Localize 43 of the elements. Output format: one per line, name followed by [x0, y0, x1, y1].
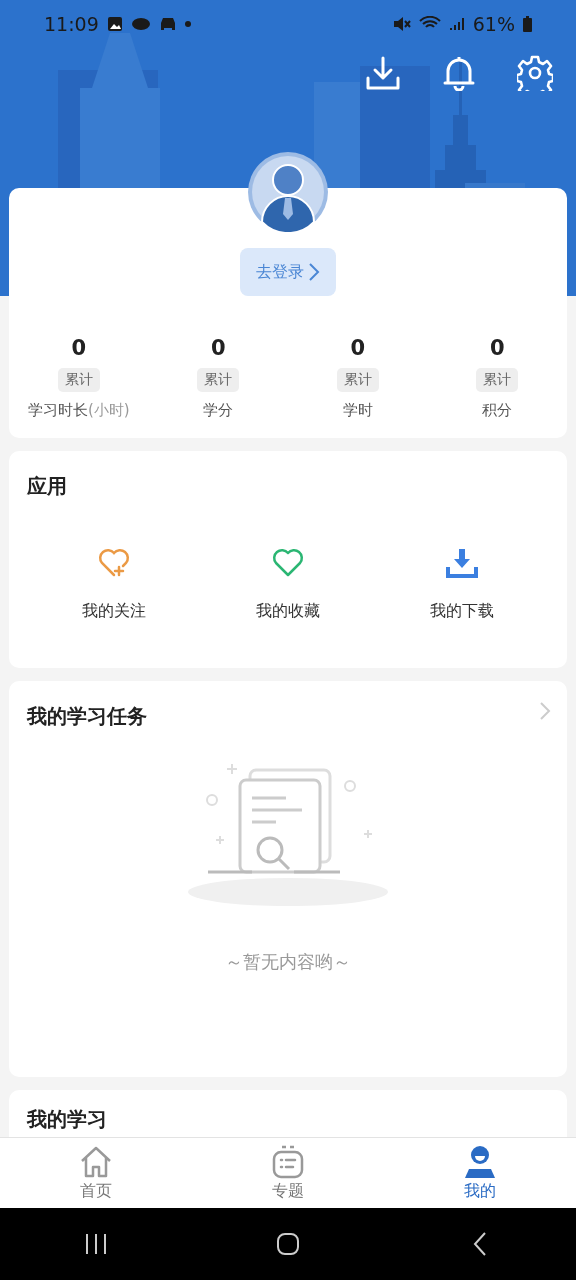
- tab-item[interactable]: 专题: [192, 1138, 384, 1208]
- signal-icon: [448, 16, 465, 32]
- mute-icon: [392, 16, 411, 32]
- battery-icon: [523, 16, 532, 32]
- stat-label: 学分: [203, 401, 234, 420]
- tab-item[interactable]: 首页: [0, 1138, 192, 1208]
- battery-percent: 61%: [472, 13, 515, 35]
- download-icon[interactable]: [364, 54, 402, 92]
- back-icon[interactable]: [472, 1231, 488, 1257]
- download-icon: [445, 547, 479, 579]
- stat-label: 学时: [342, 401, 373, 420]
- stat-tag: 累计: [57, 368, 100, 392]
- section-title: 应用: [26, 473, 68, 500]
- app-shortcut[interactable]: 我的下载: [375, 546, 549, 623]
- login-button[interactable]: 去登录: [240, 248, 336, 296]
- settings-icon[interactable]: [516, 54, 554, 92]
- status-time: 11:09: [44, 13, 99, 35]
- stat-tag: 累计: [336, 368, 379, 392]
- person-icon: [463, 1144, 497, 1179]
- stat-tag: 累计: [197, 368, 240, 392]
- list-card-icon: [271, 1144, 305, 1179]
- heart-plus-icon: [97, 547, 131, 579]
- home-button-icon[interactable]: [276, 1232, 300, 1256]
- dot-icon: [184, 21, 191, 27]
- car-icon: [158, 16, 177, 32]
- stat-value: 0: [71, 336, 87, 360]
- stat-value: 0: [350, 336, 366, 360]
- stat-label: 积分: [482, 401, 513, 420]
- stat-value: 0: [489, 336, 505, 360]
- section-title: 我的学习: [25, 1106, 108, 1133]
- app-shortcut[interactable]: 我的关注: [27, 546, 201, 623]
- stat-tag: 累计: [476, 368, 519, 392]
- stat-label: 学习时长(小时): [27, 401, 130, 420]
- app-shortcut[interactable]: 我的收藏: [201, 546, 375, 623]
- stat-value: 0: [210, 336, 226, 360]
- chevron-right-icon: [308, 262, 320, 282]
- tab-item[interactable]: 我的: [384, 1138, 576, 1208]
- home-icon: [79, 1144, 113, 1179]
- recent-apps-icon[interactable]: [84, 1232, 108, 1256]
- section-title: 我的学习任务: [25, 703, 148, 730]
- heart-icon: [271, 547, 305, 579]
- image-icon: [106, 16, 123, 32]
- empty-message: ～暂无内容哟～: [225, 950, 351, 974]
